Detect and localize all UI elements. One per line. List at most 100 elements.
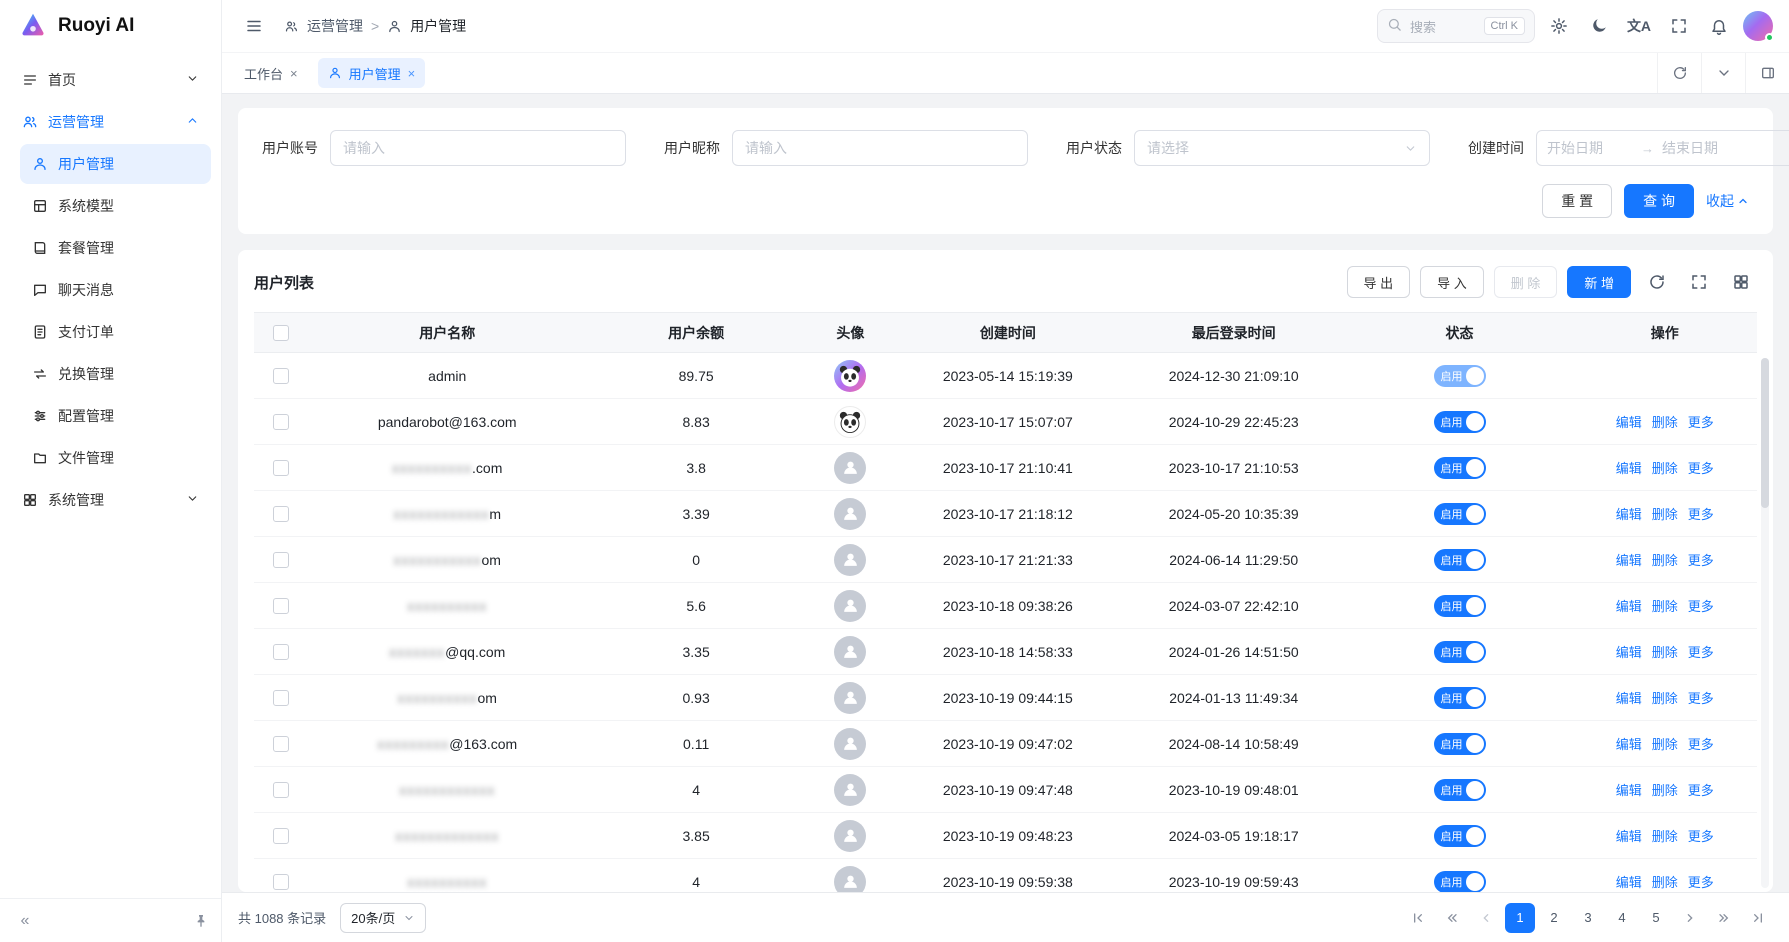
status-select[interactable]: 请选择 bbox=[1134, 130, 1430, 166]
more-link[interactable]: 更多 bbox=[1688, 461, 1714, 476]
next-10-pages-button[interactable] bbox=[1709, 903, 1739, 933]
edit-link[interactable]: 编辑 bbox=[1616, 415, 1642, 430]
delete-link[interactable]: 删除 bbox=[1652, 645, 1678, 660]
close-icon[interactable]: × bbox=[290, 66, 298, 81]
prev-page-button[interactable] bbox=[1471, 903, 1501, 933]
hamburger-menu-icon[interactable] bbox=[238, 10, 270, 42]
status-toggle[interactable]: 启用 bbox=[1434, 641, 1486, 663]
status-toggle[interactable]: 启用 bbox=[1434, 687, 1486, 709]
delete-link[interactable]: 删除 bbox=[1652, 461, 1678, 476]
row-checkbox[interactable] bbox=[273, 506, 289, 522]
row-checkbox[interactable] bbox=[273, 552, 289, 568]
account-input[interactable] bbox=[330, 130, 626, 166]
end-date-input[interactable] bbox=[1662, 140, 1748, 156]
delete-link[interactable]: 删除 bbox=[1652, 415, 1678, 430]
delete-link[interactable]: 删除 bbox=[1652, 783, 1678, 798]
delete-link[interactable]: 删除 bbox=[1652, 599, 1678, 614]
refresh-icon[interactable] bbox=[1657, 53, 1701, 93]
row-checkbox[interactable] bbox=[273, 874, 289, 890]
edit-link[interactable]: 编辑 bbox=[1616, 461, 1642, 476]
status-toggle[interactable]: 启用 bbox=[1434, 457, 1486, 479]
status-toggle[interactable]: 启用 bbox=[1434, 733, 1486, 755]
page-button-2[interactable]: 2 bbox=[1539, 903, 1569, 933]
fullscreen-icon[interactable] bbox=[1683, 266, 1715, 298]
refresh-icon[interactable] bbox=[1641, 266, 1673, 298]
sidebar-item-file-management[interactable]: 文件管理 bbox=[20, 438, 211, 478]
edit-link[interactable]: 编辑 bbox=[1616, 599, 1642, 614]
reset-button[interactable]: 重 置 bbox=[1542, 184, 1612, 218]
delete-link[interactable]: 删除 bbox=[1652, 829, 1678, 844]
page-size-select[interactable]: 20条/页 bbox=[340, 903, 426, 933]
sidebar-item-system-management[interactable]: 系统管理 bbox=[10, 480, 211, 520]
dark-mode-moon-icon[interactable] bbox=[1583, 10, 1615, 42]
sidebar-item-exchange-management[interactable]: 兑换管理 bbox=[20, 354, 211, 394]
tab-user-management[interactable]: 用户管理 × bbox=[318, 58, 426, 88]
more-link[interactable]: 更多 bbox=[1688, 599, 1714, 614]
edit-link[interactable]: 编辑 bbox=[1616, 875, 1642, 890]
row-checkbox[interactable] bbox=[273, 828, 289, 844]
row-checkbox[interactable] bbox=[273, 644, 289, 660]
settings-gear-icon[interactable] bbox=[1543, 10, 1575, 42]
row-checkbox[interactable] bbox=[273, 690, 289, 706]
edit-link[interactable]: 编辑 bbox=[1616, 553, 1642, 568]
row-checkbox[interactable] bbox=[273, 782, 289, 798]
more-link[interactable]: 更多 bbox=[1688, 691, 1714, 706]
delete-link[interactable]: 删除 bbox=[1652, 507, 1678, 522]
table-scrollbar[interactable] bbox=[1761, 358, 1769, 888]
more-link[interactable]: 更多 bbox=[1688, 875, 1714, 890]
nickname-input[interactable] bbox=[732, 130, 1028, 166]
sidebar-item-home[interactable]: 首页 bbox=[10, 60, 211, 100]
row-checkbox[interactable] bbox=[273, 598, 289, 614]
edit-link[interactable]: 编辑 bbox=[1616, 691, 1642, 706]
edit-link[interactable]: 编辑 bbox=[1616, 507, 1642, 522]
page-button-1[interactable]: 1 bbox=[1505, 903, 1535, 933]
delete-button[interactable]: 删 除 bbox=[1494, 266, 1558, 298]
more-link[interactable]: 更多 bbox=[1688, 645, 1714, 660]
status-toggle[interactable]: 启用 bbox=[1434, 595, 1486, 617]
first-page-button[interactable] bbox=[1403, 903, 1433, 933]
more-link[interactable]: 更多 bbox=[1688, 737, 1714, 752]
sidebar-item-operations[interactable]: 运营管理 bbox=[10, 102, 211, 142]
status-toggle[interactable]: 启用 bbox=[1434, 411, 1486, 433]
sidebar-item-payment-orders[interactable]: 支付订单 bbox=[20, 312, 211, 352]
delete-link[interactable]: 删除 bbox=[1652, 737, 1678, 752]
tab-workbench[interactable]: 工作台 × bbox=[234, 58, 308, 88]
search-button[interactable]: 查 询 bbox=[1624, 184, 1694, 218]
status-toggle[interactable]: 启用 bbox=[1434, 779, 1486, 801]
edit-link[interactable]: 编辑 bbox=[1616, 829, 1642, 844]
start-date-input[interactable] bbox=[1547, 140, 1633, 156]
scrollbar-thumb[interactable] bbox=[1761, 358, 1769, 508]
row-checkbox[interactable] bbox=[273, 460, 289, 476]
breadcrumb-level1[interactable]: 运营管理 bbox=[307, 16, 363, 36]
status-toggle[interactable]: 启用 bbox=[1434, 549, 1486, 571]
row-checkbox[interactable] bbox=[273, 736, 289, 752]
next-page-button[interactable] bbox=[1675, 903, 1705, 933]
delete-link[interactable]: 删除 bbox=[1652, 875, 1678, 890]
delete-link[interactable]: 删除 bbox=[1652, 553, 1678, 568]
add-button[interactable]: 新 增 bbox=[1567, 266, 1631, 298]
export-button[interactable]: 导 出 bbox=[1347, 266, 1411, 298]
page-button-4[interactable]: 4 bbox=[1607, 903, 1637, 933]
import-button[interactable]: 导 入 bbox=[1420, 266, 1484, 298]
layout-panel-icon[interactable] bbox=[1745, 53, 1789, 93]
collapse-filter-link[interactable]: 收起 bbox=[1706, 191, 1749, 211]
pin-icon[interactable] bbox=[193, 913, 209, 929]
row-checkbox[interactable] bbox=[273, 414, 289, 430]
status-toggle[interactable]: 启用 bbox=[1434, 825, 1486, 847]
global-search-input[interactable]: 搜索 Ctrl K bbox=[1377, 9, 1535, 43]
page-button-5[interactable]: 5 bbox=[1641, 903, 1671, 933]
notification-bell-icon[interactable] bbox=[1703, 10, 1735, 42]
select-all-checkbox[interactable] bbox=[273, 325, 289, 341]
more-link[interactable]: 更多 bbox=[1688, 553, 1714, 568]
sidebar-item-system-model[interactable]: 系统模型 bbox=[20, 186, 211, 226]
status-toggle[interactable]: 启用 bbox=[1434, 365, 1486, 387]
translate-icon[interactable]: 文A bbox=[1623, 10, 1655, 42]
user-avatar[interactable] bbox=[1743, 11, 1773, 41]
page-button-3[interactable]: 3 bbox=[1573, 903, 1603, 933]
more-link[interactable]: 更多 bbox=[1688, 507, 1714, 522]
sidebar-item-config-management[interactable]: 配置管理 bbox=[20, 396, 211, 436]
edit-link[interactable]: 编辑 bbox=[1616, 783, 1642, 798]
edit-link[interactable]: 编辑 bbox=[1616, 645, 1642, 660]
date-range-picker[interactable]: → bbox=[1536, 130, 1789, 166]
status-toggle[interactable]: 启用 bbox=[1434, 871, 1486, 893]
